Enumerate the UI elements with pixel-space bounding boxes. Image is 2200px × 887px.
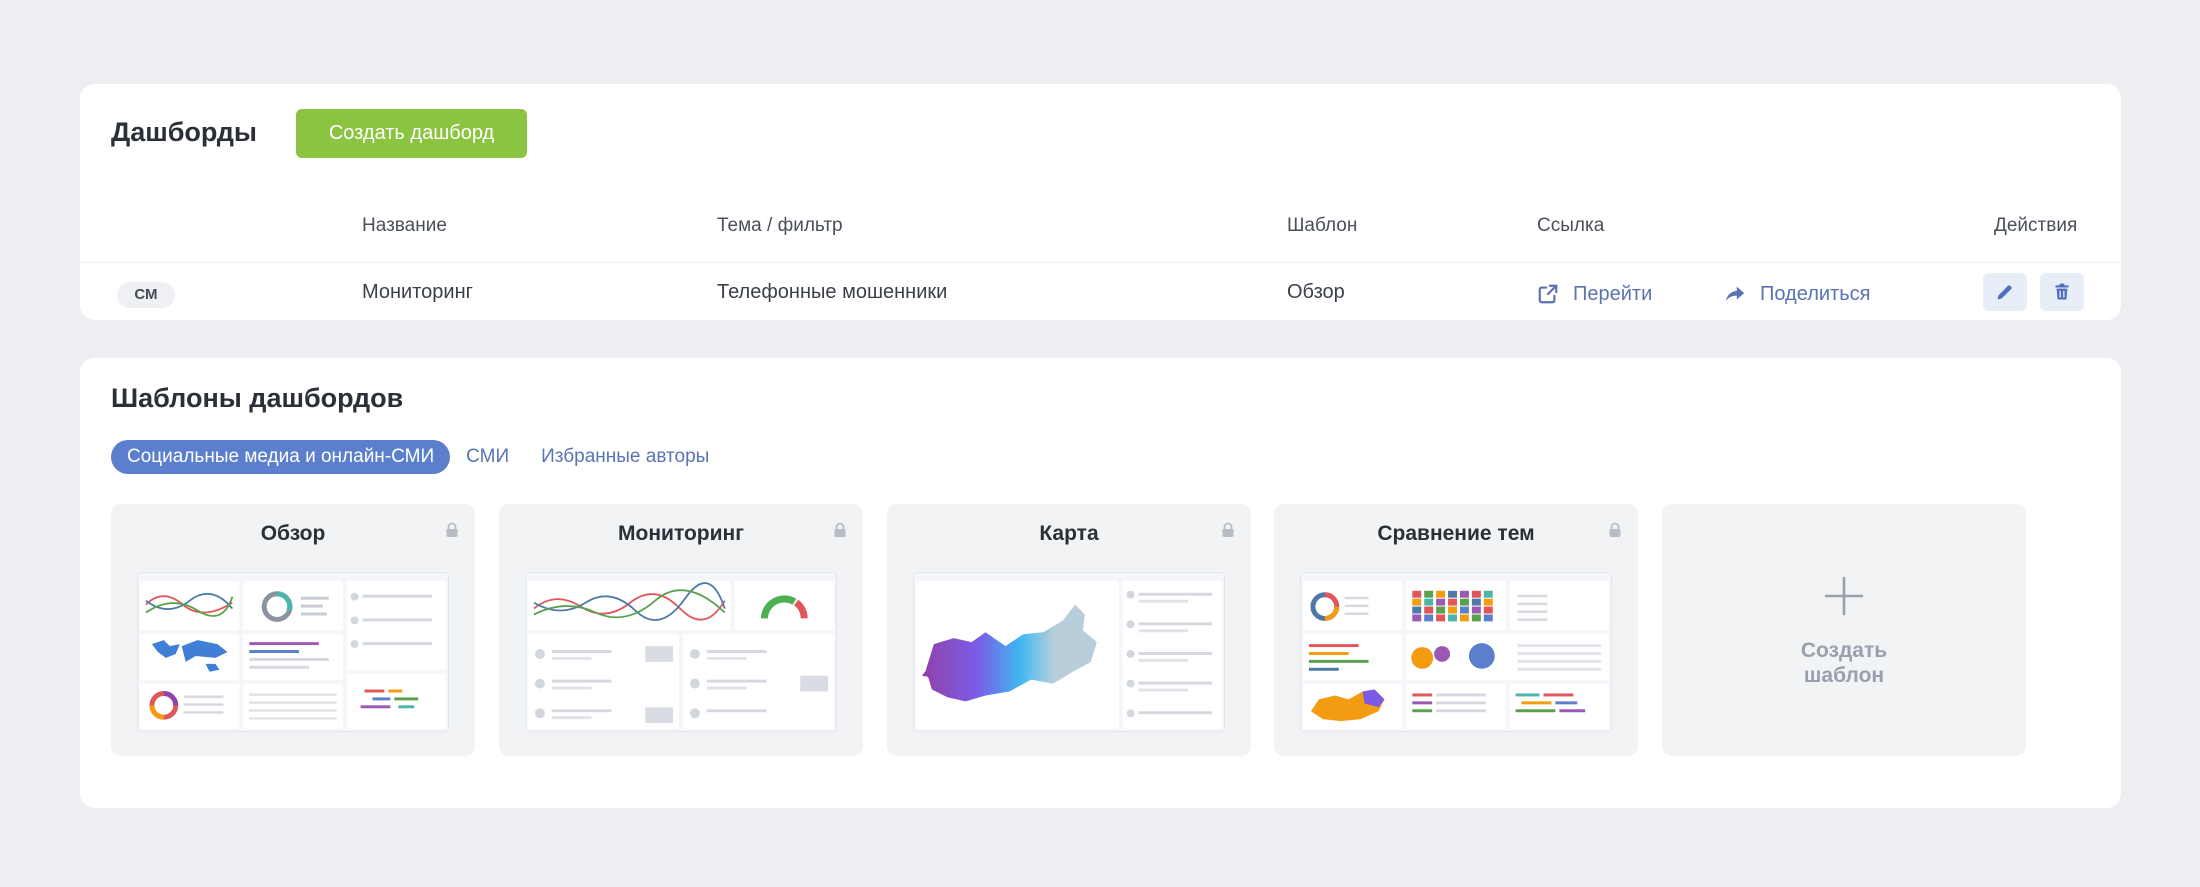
tab-media[interactable]: СМИ <box>450 440 525 474</box>
templates-title: Шаблоны дашбордов <box>111 383 404 413</box>
share-link[interactable]: Поделиться <box>1724 279 1870 309</box>
pencil-icon <box>1997 285 2012 300</box>
tab-social-media[interactable]: Социальные медиа и онлайн-СМИ <box>111 440 451 474</box>
lock-icon <box>446 522 458 537</box>
create-dashboard-button[interactable]: Создать дашборд <box>296 109 527 158</box>
go-link-label: Перейти <box>1573 282 1653 305</box>
delete-button[interactable] <box>2040 273 2084 311</box>
templates-panel: Шаблоны дашбордов Социальные медиа и онл… <box>80 358 2121 808</box>
create-template-label: Создать шаблон <box>1800 639 1888 687</box>
trash-icon <box>2055 283 2069 300</box>
template-preview-image <box>525 572 837 732</box>
column-header-actions: Действия <box>1994 215 2078 236</box>
dashboard-badge: СМ <box>117 282 175 308</box>
edit-button[interactable] <box>1983 273 2027 311</box>
column-header-link: Ссылка <box>1537 215 1605 236</box>
template-card-title: Обзор <box>260 522 326 545</box>
template-card-monitoring[interactable]: Мониторинг <box>499 504 863 756</box>
column-header-topic: Тема / фильтр <box>717 215 843 236</box>
plus-icon <box>1824 576 1864 616</box>
template-card-title: Мониторинг <box>618 522 744 545</box>
lock-icon <box>1222 522 1234 537</box>
template-tabs: Социальные медиа и онлайн-СМИ СМИ Избран… <box>111 440 725 474</box>
dashboards-title: Дашборды <box>111 117 257 147</box>
go-link[interactable]: Перейти <box>1537 279 1652 309</box>
dashboards-panel: Дашборды Создать дашборд Название Тема /… <box>80 84 2121 320</box>
share-link-label: Поделиться <box>1760 282 1871 305</box>
template-card-topic-comparison[interactable]: Сравнение тем <box>1274 504 1638 756</box>
column-header-template: Шаблон <box>1287 215 1358 236</box>
table-divider <box>80 262 2121 263</box>
tab-favorite-authors[interactable]: Избранные авторы <box>525 440 725 474</box>
lock-icon <box>1609 522 1621 537</box>
lock-icon <box>834 522 846 537</box>
template-card-map[interactable]: Карта <box>887 504 1251 756</box>
dashboard-topic: Телефонные мошенники <box>717 281 948 303</box>
column-header-name: Название <box>362 215 447 236</box>
create-template-card[interactable]: Создать шаблон <box>1662 504 2026 756</box>
template-preview-image <box>1300 572 1612 732</box>
template-card-overview[interactable]: Обзор <box>111 504 475 756</box>
template-preview-image <box>137 572 449 732</box>
share-arrow-icon <box>1725 286 1745 302</box>
dashboard-name: Мониторинг <box>362 281 473 303</box>
template-card-title: Карта <box>1039 522 1099 545</box>
template-preview-image <box>913 572 1225 732</box>
external-link-icon <box>1538 284 1558 304</box>
template-card-title: Сравнение тем <box>1377 522 1535 545</box>
dashboard-template: Обзор <box>1287 281 1345 303</box>
